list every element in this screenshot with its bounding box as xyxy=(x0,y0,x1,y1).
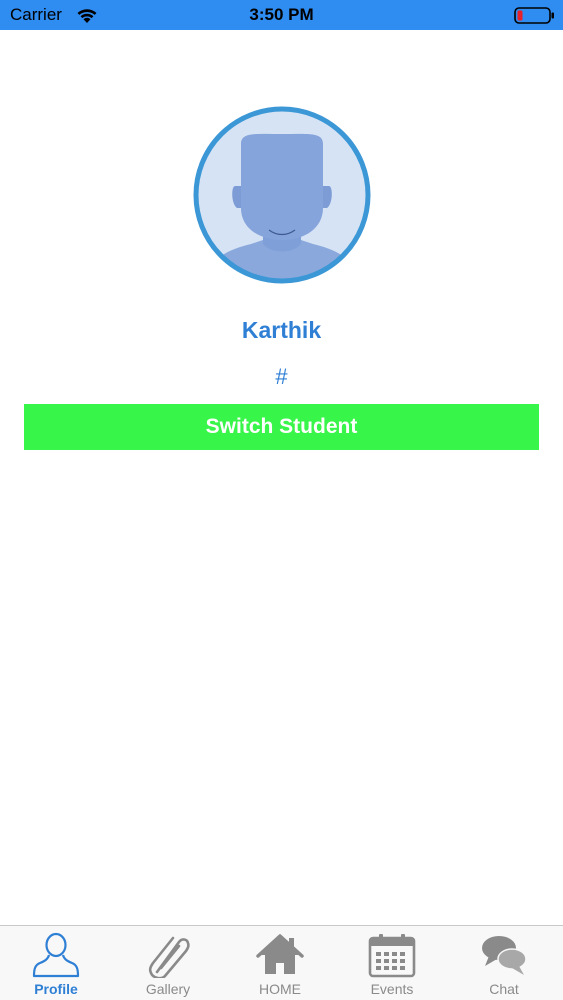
home-icon xyxy=(256,934,304,974)
tab-chat[interactable]: Chat xyxy=(448,926,560,1000)
battery-icon xyxy=(514,7,554,24)
profile-name: Karthik xyxy=(241,317,322,343)
status-bar: Carrier 3:50 PM xyxy=(0,0,563,30)
tab-label-profile: Profile xyxy=(34,981,78,997)
chat-bubbles-icon xyxy=(482,936,527,975)
tab-bar: Profile Gallery HOME Events Chat xyxy=(0,925,563,1000)
tab-events[interactable]: Events xyxy=(336,926,448,1000)
tab-gallery[interactable]: Gallery xyxy=(112,926,224,1000)
profile-avatar[interactable] xyxy=(191,104,373,286)
profile-id: # xyxy=(275,364,288,389)
person-icon xyxy=(32,932,80,978)
tab-profile[interactable]: Profile xyxy=(0,926,112,1000)
tab-label-events: Events xyxy=(370,981,414,997)
calendar-icon xyxy=(368,934,416,978)
status-time: 3:50 PM xyxy=(249,5,314,24)
paperclip-icon xyxy=(148,936,190,978)
switch-student-button[interactable]: Switch Student xyxy=(24,404,539,450)
tab-home[interactable]: HOME xyxy=(224,926,336,1000)
tab-label-gallery: Gallery xyxy=(145,981,191,997)
tab-label-home: HOME xyxy=(259,981,301,997)
tab-label-chat: Chat xyxy=(489,981,519,997)
